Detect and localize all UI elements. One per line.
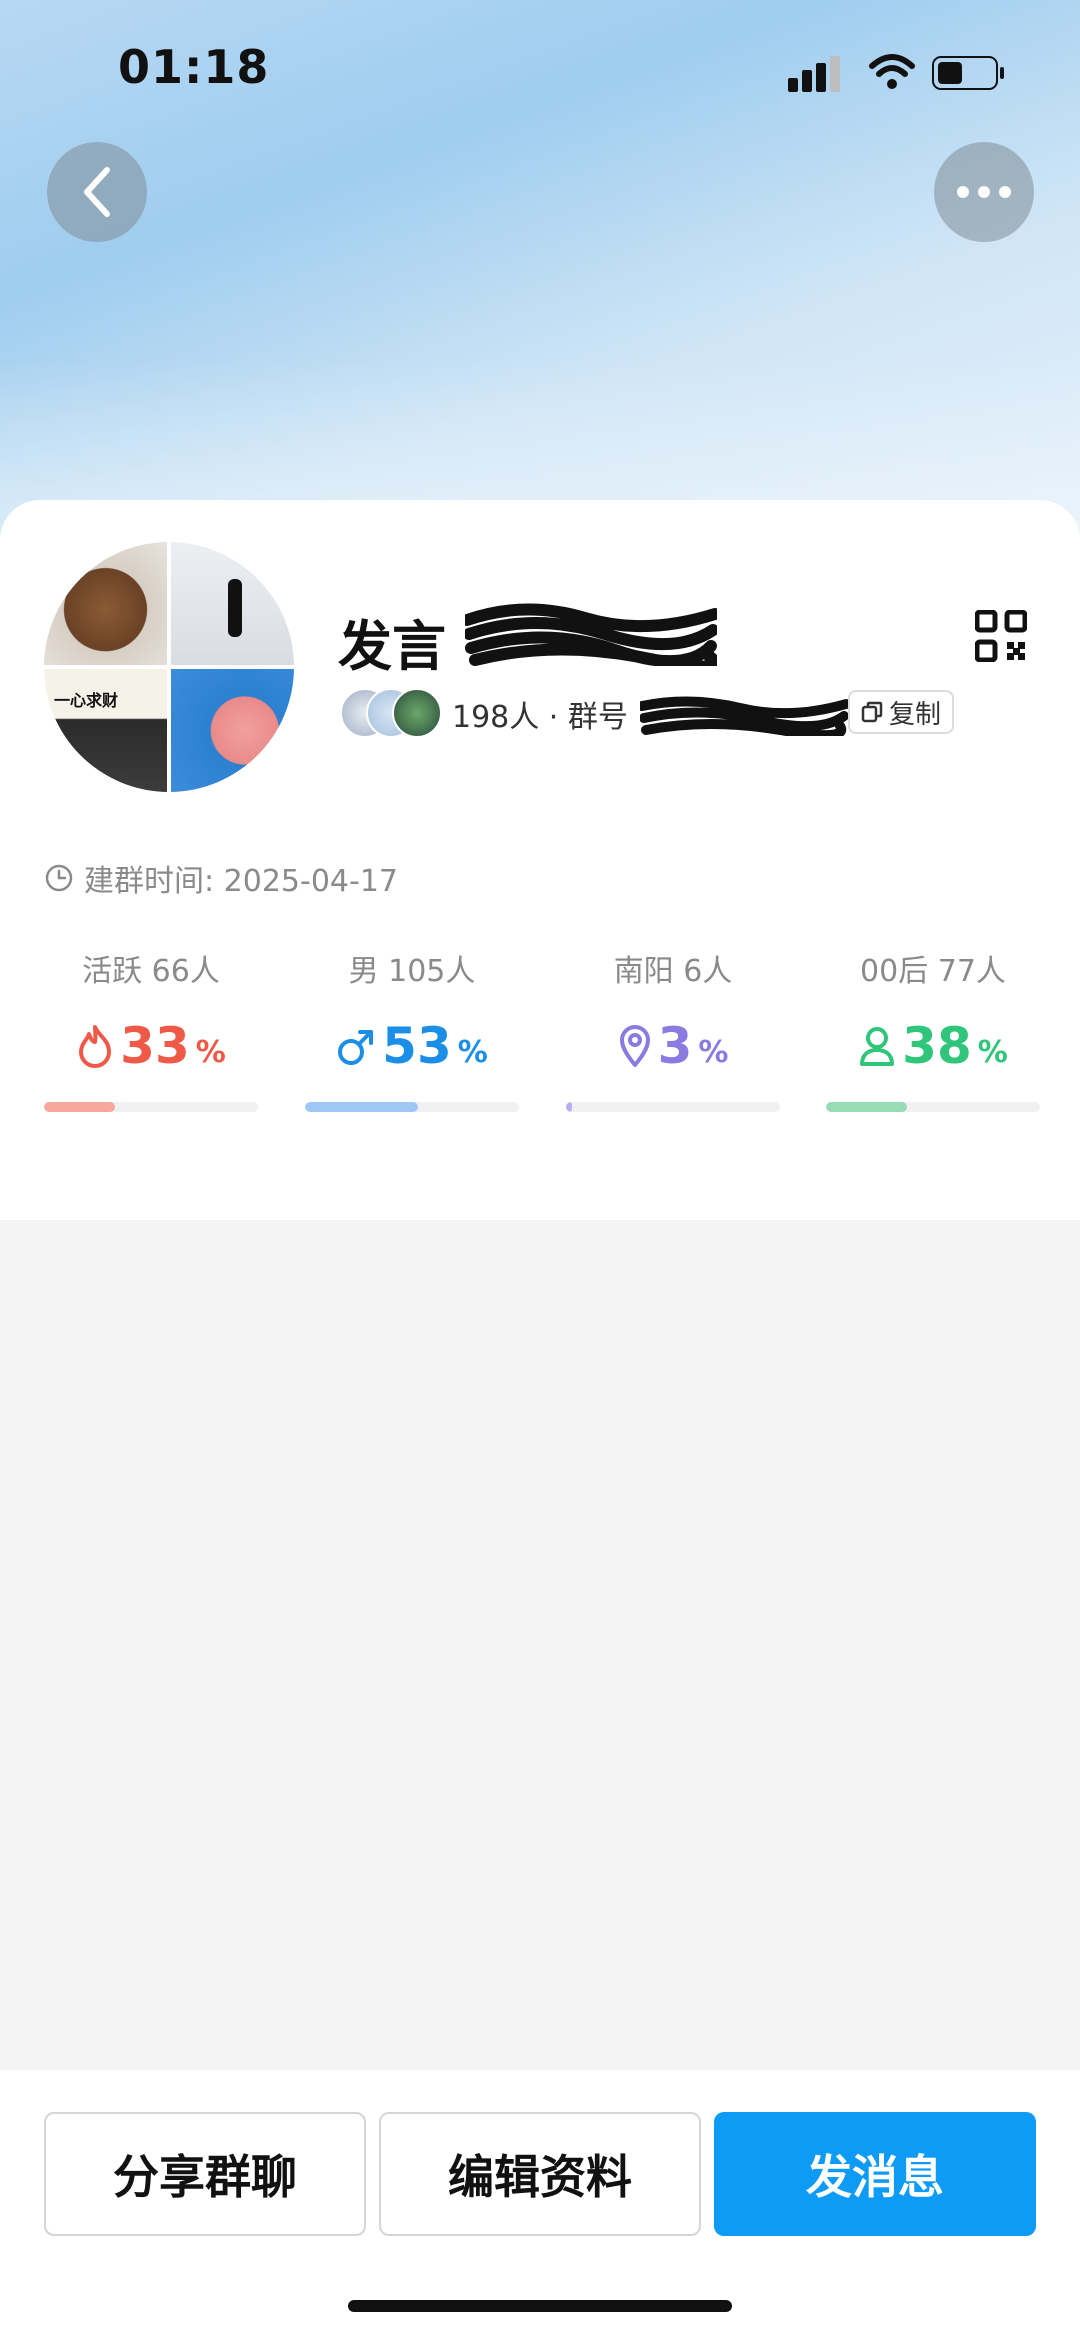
- member-avatars[interactable]: [340, 688, 450, 738]
- stat-progress-track: [566, 1102, 780, 1112]
- stat-percent-sign: %: [698, 1034, 729, 1070]
- person-icon: [860, 1027, 895, 1066]
- cellular-signal-icon: [788, 56, 840, 92]
- stat-percent: 38 %: [826, 1017, 1040, 1075]
- stat-progress-fill: [305, 1102, 419, 1112]
- stat-label: 00后 77人: [860, 954, 1006, 989]
- avatar-tile-text: 一心求财: [54, 691, 119, 710]
- share-group-button[interactable]: 分享群聊: [44, 2112, 366, 2236]
- stat-label: 活跃 66人: [82, 954, 220, 989]
- stat-percent: 3 %: [566, 1017, 780, 1075]
- copy-button[interactable]: 复制: [848, 690, 954, 734]
- stat-progress-track: [826, 1102, 1040, 1112]
- more-button[interactable]: [934, 142, 1034, 242]
- stat-percent-value: 38: [902, 1017, 972, 1075]
- created-date: 建群时间: 2025-04-17: [44, 856, 398, 900]
- stat-active[interactable]: 活跃 66人 33 %: [44, 946, 258, 1112]
- status-time: 01:18: [118, 40, 270, 94]
- stat-progress-fill: [44, 1102, 115, 1112]
- chevron-left-icon: [84, 167, 110, 217]
- copy-label: 复制: [888, 699, 941, 730]
- member-count-and-group-id: 198人 · 群号: [452, 700, 628, 735]
- stat-percent-sign: %: [195, 1034, 226, 1070]
- stat-male[interactable]: 男 105人 53 %: [305, 946, 519, 1112]
- member-avatar: [392, 688, 442, 738]
- stat-progress-fill: [826, 1102, 908, 1112]
- stat-label: 男 105人: [348, 954, 476, 989]
- edit-profile-button[interactable]: 编辑资料: [379, 2112, 701, 2236]
- stat-percent-value: 53: [382, 1017, 452, 1075]
- group-name: 发言: [338, 615, 446, 678]
- stat-progress-fill: [566, 1102, 573, 1112]
- stat-label: 南阳 6人: [613, 954, 733, 989]
- home-indicator: [348, 2300, 732, 2312]
- stat-progress-track: [305, 1102, 519, 1112]
- redaction-scribble: [465, 603, 717, 666]
- status-bar: 01:18: [0, 0, 1080, 140]
- stat-percent: 53 %: [305, 1017, 519, 1075]
- stat-location[interactable]: 南阳 6人 3 %: [566, 946, 780, 1112]
- ellipsis-icon: [957, 186, 1011, 198]
- send-message-button[interactable]: 发消息: [714, 2112, 1036, 2236]
- wifi-icon: [869, 54, 915, 89]
- stat-percent-value: 3: [657, 1017, 693, 1075]
- qr-code-icon[interactable]: [975, 610, 1027, 662]
- group-avatar[interactable]: 一心求财: [44, 542, 294, 792]
- flame-icon: [79, 1025, 112, 1068]
- stat-age[interactable]: 00后 77人 38 %: [826, 946, 1040, 1112]
- male-icon: [338, 1030, 374, 1065]
- avatar-tile-person: [171, 542, 294, 665]
- avatar-tile-sign: 一心求财: [44, 669, 167, 792]
- battery-icon: [932, 56, 1004, 90]
- copy-icon: [861, 701, 883, 723]
- redaction-scribble: [640, 696, 848, 736]
- stat-percent-sign: %: [457, 1034, 488, 1070]
- created-date-label: 建群时间: 2025-04-17: [84, 864, 398, 899]
- stat-percent-value: 33: [120, 1017, 190, 1075]
- stat-progress-track: [44, 1102, 258, 1112]
- stat-percent: 33 %: [44, 1017, 258, 1075]
- back-button[interactable]: [47, 142, 147, 242]
- location-pin-icon: [619, 1025, 650, 1067]
- clock-icon: [45, 864, 73, 892]
- stat-percent-sign: %: [977, 1034, 1008, 1070]
